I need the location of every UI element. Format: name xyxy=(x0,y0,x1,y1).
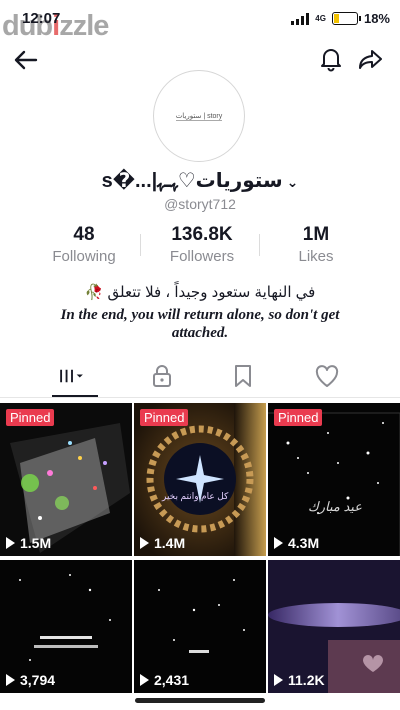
thumbnail-caption: عيد مبارك xyxy=(308,499,362,514)
divider xyxy=(259,234,260,256)
video-thumbnail[interactable]: 3,794 xyxy=(0,560,132,693)
signal-icon xyxy=(291,12,310,25)
video-thumbnail[interactable]: Pinned 1.5M xyxy=(0,403,132,556)
play-icon xyxy=(140,537,149,549)
stat-followers[interactable]: 136.8K Followers xyxy=(152,224,252,265)
video-grid: Pinned 1.5M Pinned كل عام وانتم بخير 1.4… xyxy=(0,403,400,693)
content-tabs xyxy=(0,356,400,398)
bio-english: In the end, you will return alone, so do… xyxy=(60,307,340,341)
view-count: 2,431 xyxy=(140,672,189,688)
profile-handle: @storyt712 xyxy=(164,196,236,212)
pinned-badge: Pinned xyxy=(274,409,323,426)
battery-percent: 18% xyxy=(363,11,390,26)
pinned-badge: Pinned xyxy=(6,409,55,426)
network-badge: 4G xyxy=(315,14,326,23)
divider xyxy=(140,234,141,256)
status-bar: dubizzle 12:07 4G 18% xyxy=(0,0,400,42)
status-time: 12:07 xyxy=(22,10,61,27)
profile-name[interactable]: s�...|ستوريات♡ﮩـﮩ ⌄ xyxy=(0,168,400,193)
heart-icon[interactable] xyxy=(313,362,341,390)
thumbnail-caption: كل عام وانتم بخير xyxy=(162,491,229,501)
view-count: 3,794 xyxy=(6,672,55,688)
pinned-badge: Pinned xyxy=(140,409,189,426)
video-thumbnail[interactable]: Pinned عيد مبارك 4.3M xyxy=(268,403,400,556)
avatar[interactable]: ستوريات | story xyxy=(153,70,245,162)
stat-likes[interactable]: 1M Likes xyxy=(276,224,356,265)
bio-arabic: في النهاية ستعود وجيداً ، فلا تتعلق 🥀 xyxy=(84,284,316,301)
play-icon xyxy=(6,537,15,549)
video-thumbnail[interactable]: Pinned كل عام وانتم بخير 1.4M xyxy=(134,403,266,556)
play-icon xyxy=(274,674,283,686)
profile-stats: 48 Following 136.8K Followers 1M Likes xyxy=(0,224,400,265)
play-icon xyxy=(274,537,283,549)
bookmark-icon[interactable] xyxy=(229,362,257,390)
battery-icon xyxy=(331,12,361,25)
view-count: 4.3M xyxy=(274,535,319,551)
back-arrow-icon[interactable] xyxy=(12,46,40,74)
view-count: 1.5M xyxy=(6,535,51,551)
share-icon[interactable] xyxy=(356,46,384,74)
videos-grid-icon[interactable] xyxy=(58,362,86,390)
stat-following[interactable]: 48 Following xyxy=(44,224,124,265)
active-tab-indicator xyxy=(52,395,98,397)
play-icon xyxy=(140,674,149,686)
view-count: 11.2K xyxy=(274,672,325,688)
bell-icon[interactable] xyxy=(318,46,344,72)
lock-icon[interactable] xyxy=(148,362,176,390)
home-indicator xyxy=(135,698,265,703)
play-icon xyxy=(6,674,15,686)
video-thumbnail[interactable]: 2,431 xyxy=(134,560,266,693)
view-count: 1.4M xyxy=(140,535,185,551)
video-thumbnail[interactable]: 11.2K xyxy=(268,560,400,693)
chevron-down-icon[interactable]: ⌄ xyxy=(287,174,299,190)
